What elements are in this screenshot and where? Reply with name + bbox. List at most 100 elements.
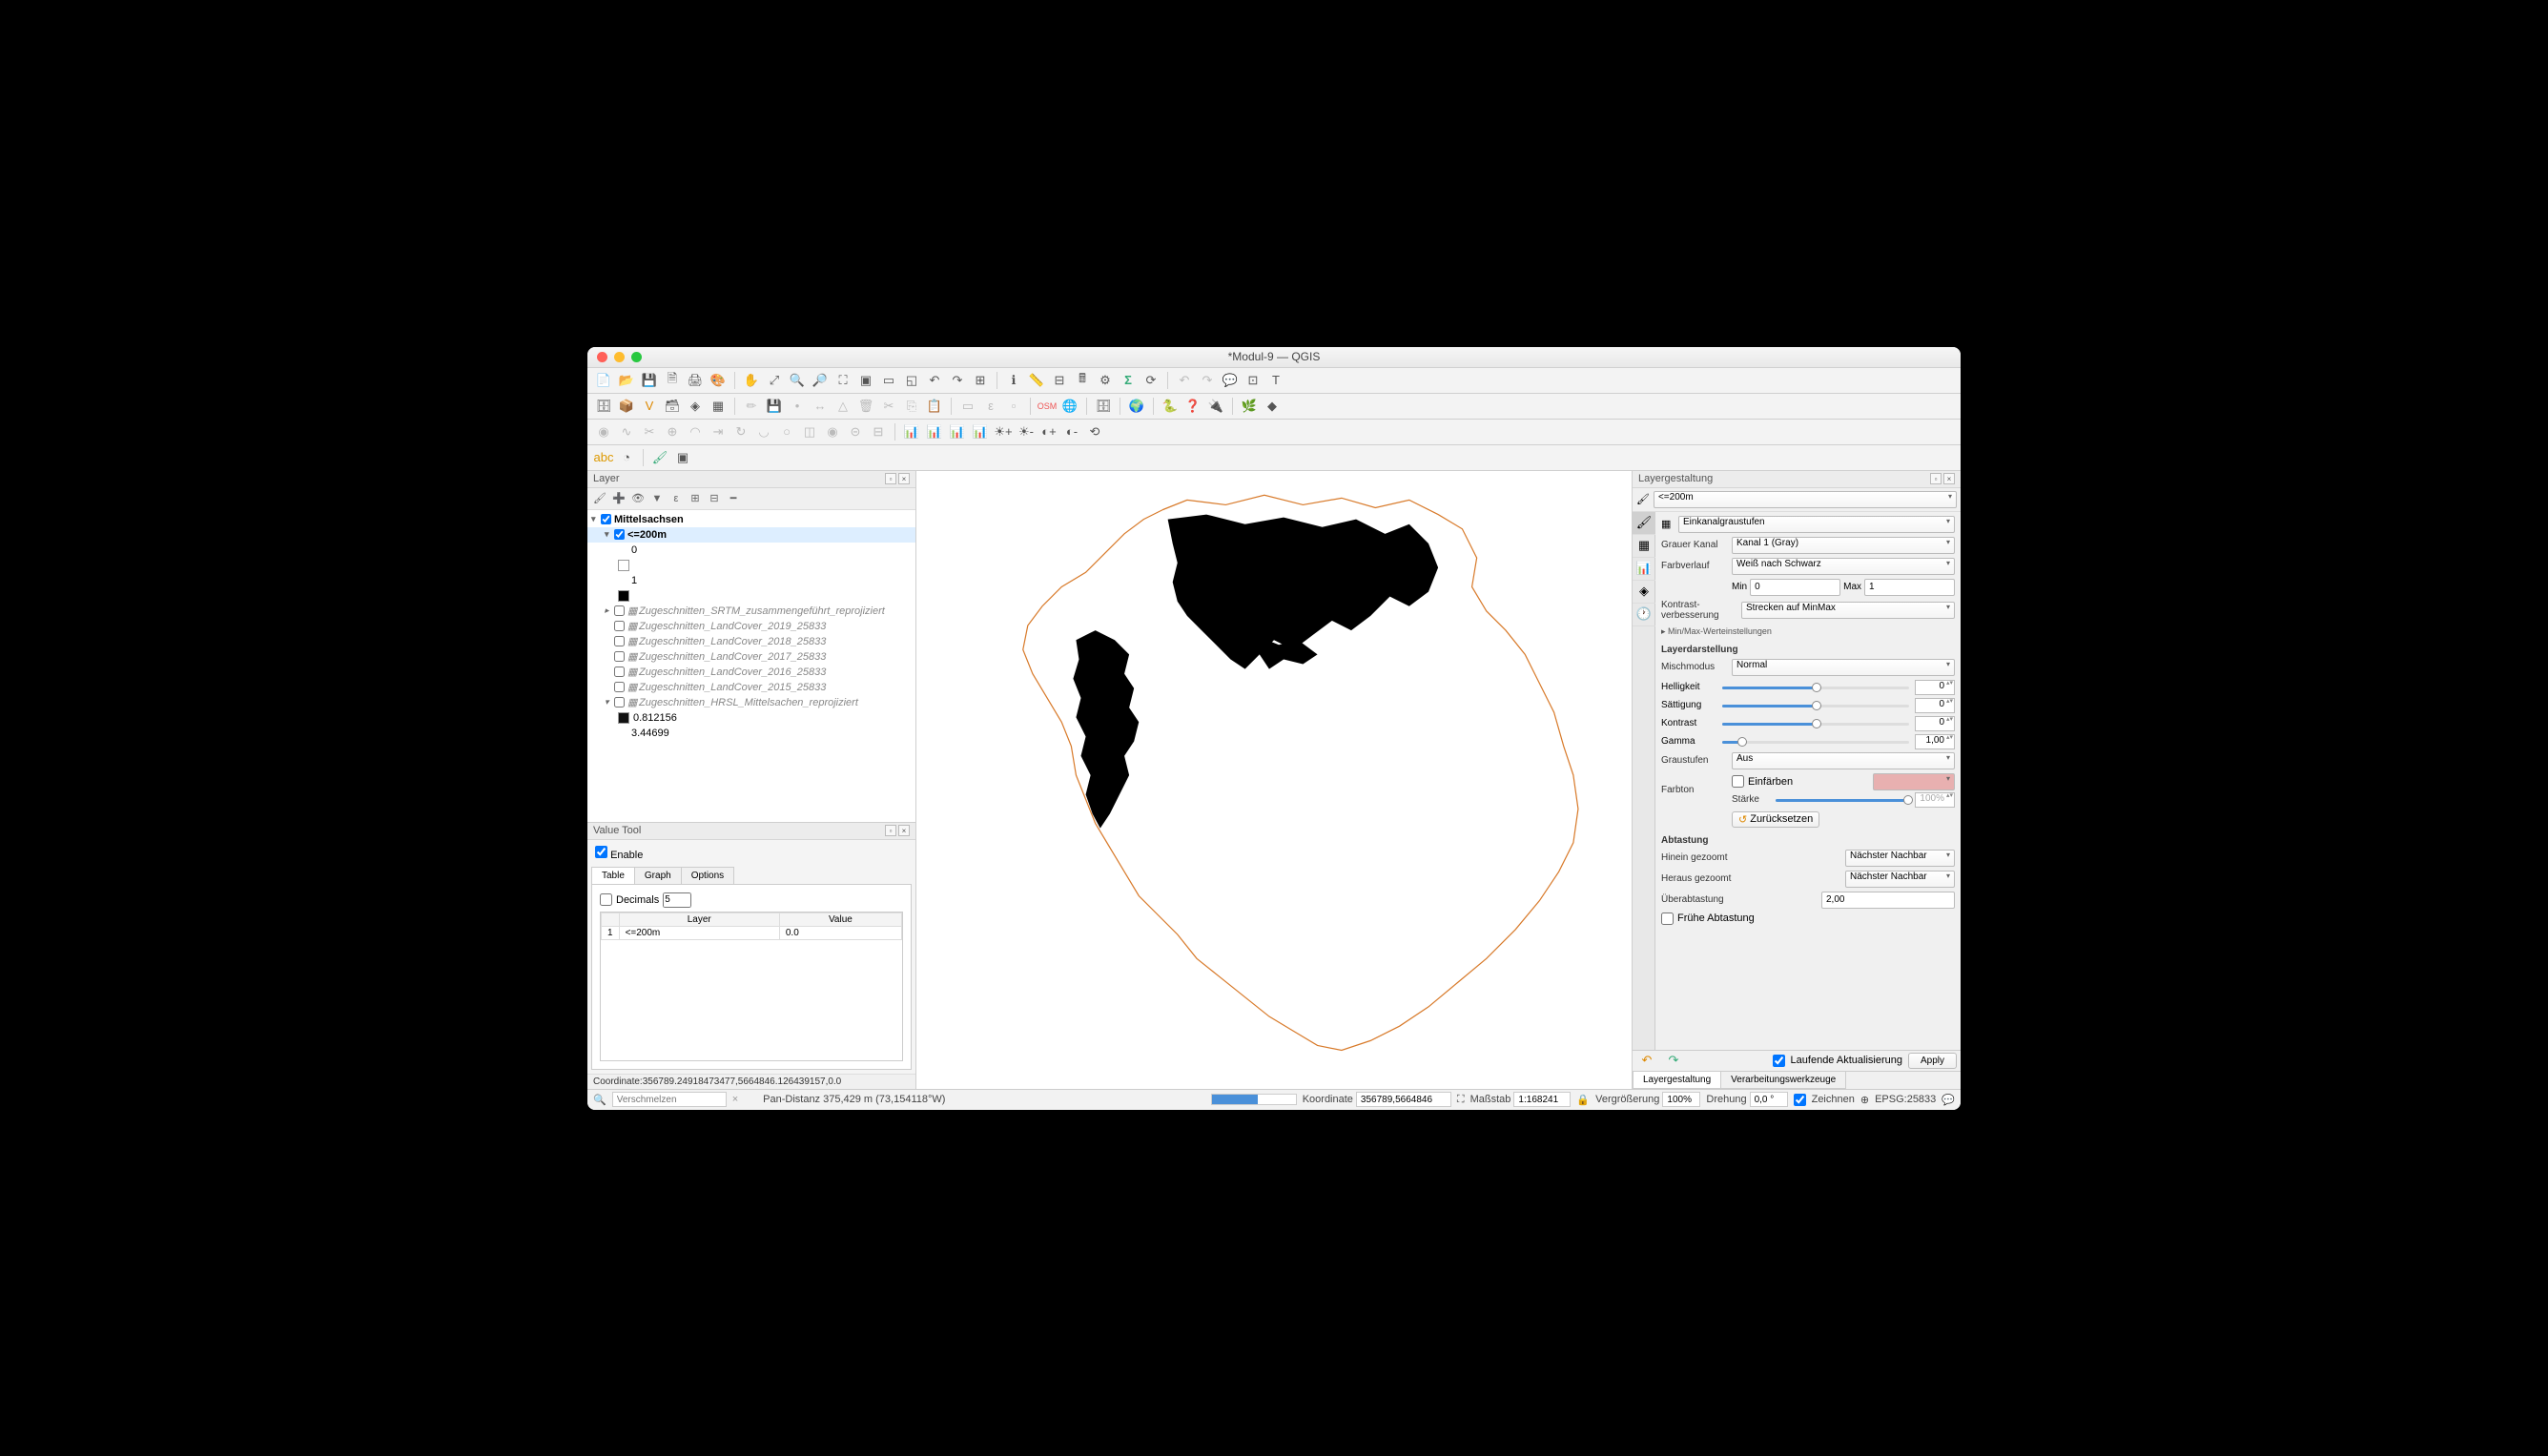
brightness-value[interactable]: 0 (1915, 680, 1955, 695)
gray-band-select[interactable]: Kanal 1 (Gray) (1732, 537, 1955, 554)
cut-button[interactable]: ✂ (878, 396, 899, 417)
brightness-slider[interactable] (1722, 681, 1909, 694)
add-feature-button[interactable]: • (787, 396, 808, 417)
fill-ring-button[interactable]: ◉ (822, 421, 843, 442)
help-button[interactable]: ❓ (1182, 396, 1203, 417)
new-memory-button[interactable]: ▦ (708, 396, 729, 417)
zoom-layer-button[interactable]: ▭ (878, 370, 899, 391)
new-geopackage-button[interactable]: 📦 (616, 396, 637, 417)
edit-toggle-button[interactable]: ✏ (741, 396, 762, 417)
contrast-select[interactable]: Strecken auf MinMax (1741, 602, 1955, 619)
diagram-button[interactable]: ◔ (616, 447, 637, 468)
scale-input[interactable] (1513, 1092, 1571, 1107)
layer-check-1[interactable] (614, 621, 625, 631)
apply-button[interactable]: Apply (1908, 1053, 1957, 1069)
new-virtual-button[interactable]: ◈ (685, 396, 706, 417)
raster-stretch-button[interactable]: 📊 (924, 421, 945, 442)
pan-button[interactable]: ✋ (741, 370, 762, 391)
layer-check-0[interactable] (614, 605, 625, 616)
split-button[interactable]: ✂ (639, 421, 660, 442)
extents-icon[interactable]: ⛶ (1457, 1094, 1465, 1106)
vt-decimals-check[interactable] (600, 893, 612, 906)
colorize-check[interactable] (1732, 775, 1744, 788)
contrast2-value[interactable]: 0 (1915, 716, 1955, 731)
layer-filter-button[interactable]: ▣ (672, 447, 693, 468)
copy-button[interactable]: ⎘ (901, 396, 922, 417)
style-tab-symbology[interactable]: 🖌 (1633, 512, 1655, 535)
map-canvas[interactable] (916, 471, 1632, 1089)
new-spatialite-button[interactable]: 🗃 (662, 396, 683, 417)
mag-input[interactable] (1662, 1092, 1700, 1107)
bottom-tab-processing[interactable]: Verarbeitungswerkzeuge (1720, 1072, 1846, 1089)
redo-button[interactable]: ↷ (1197, 370, 1218, 391)
wms-button[interactable]: 🌐 (1059, 396, 1080, 417)
zoom-native-button[interactable]: ◱ (901, 370, 922, 391)
renderer-select[interactable]: Einkanalgraustufen (1678, 516, 1955, 533)
layer-remove-button[interactable]: ━ (725, 490, 742, 507)
text-annotation-button[interactable]: T (1265, 370, 1286, 391)
layer-check-active[interactable] (614, 529, 625, 540)
contrast-minus-button[interactable]: ◐- (1061, 421, 1082, 442)
window-maximize-button[interactable] (631, 352, 642, 362)
crs-label[interactable]: EPSG:25833 (1875, 1094, 1936, 1105)
brighter-button[interactable]: ☀+ (993, 421, 1014, 442)
reset-button[interactable]: ↺Zurücksetzen (1732, 811, 1819, 828)
saga-button[interactable]: ◆ (1262, 396, 1283, 417)
select-expression-button[interactable]: ε (980, 396, 1001, 417)
osm-button[interactable]: OSM (1037, 396, 1058, 417)
map-tips-button[interactable]: 💬 (1220, 370, 1241, 391)
merge-button[interactable]: ⊕ (662, 421, 683, 442)
zoom-in-button[interactable]: 🔍 (787, 370, 808, 391)
toolbox-button[interactable]: ⚙ (1095, 370, 1116, 391)
print-layout-button[interactable]: 🖨 (685, 370, 706, 391)
oversample-input[interactable] (1821, 892, 1955, 909)
select-features-button[interactable]: ▭ (957, 396, 978, 417)
label-button[interactable]: abc (593, 447, 614, 468)
node-tool-button[interactable]: △ (832, 396, 853, 417)
new-map-view-button[interactable]: ⊞ (970, 370, 991, 391)
gamma-value[interactable]: 1,00 (1915, 734, 1955, 749)
db-manager-button[interactable]: 🗄 (1093, 396, 1114, 417)
min-input[interactable] (1750, 579, 1840, 596)
python-console-button[interactable]: 🐍 (1160, 396, 1181, 417)
vt-decimals-input[interactable] (663, 892, 691, 908)
grayscale-select[interactable]: Aus (1732, 752, 1955, 769)
layer-check-3[interactable] (614, 651, 625, 662)
blend-select[interactable]: Normal (1732, 659, 1955, 676)
layer-styling-button[interactable]: 🖌 (649, 447, 670, 468)
delete-part-button[interactable]: ⊟ (868, 421, 889, 442)
vt-tab-graph[interactable]: Graph (634, 867, 682, 884)
vt-enable-check[interactable] (595, 846, 607, 858)
locator-input[interactable] (612, 1092, 727, 1107)
new-project-button[interactable]: 📄 (593, 370, 614, 391)
delete-ring-button[interactable]: ⊝ (845, 421, 866, 442)
vt-tab-options[interactable]: Options (681, 867, 734, 884)
save-edits-button[interactable]: 💾 (764, 396, 785, 417)
contrast-plus-button[interactable]: ◐+ (1038, 421, 1059, 442)
paste-button[interactable]: 📋 (924, 396, 945, 417)
raster-local-button[interactable]: 📊 (947, 421, 968, 442)
vt-tab-table[interactable]: Table (591, 867, 635, 884)
save-project-button[interactable]: 💾 (639, 370, 660, 391)
layer-expand-button[interactable]: ⊞ (687, 490, 704, 507)
zoom-out-button[interactable]: 🔎 (810, 370, 831, 391)
window-close-button[interactable] (597, 352, 607, 362)
clear-icon[interactable]: × (732, 1094, 738, 1105)
open-datasource-button[interactable]: 🗄 (593, 396, 614, 417)
layer-style-button[interactable]: 🖌 (591, 490, 608, 507)
vt-undock-button[interactable]: ▫ (885, 825, 896, 836)
window-minimize-button[interactable] (614, 352, 625, 362)
pan-to-selection-button[interactable]: ⤢ (764, 370, 785, 391)
messages-icon[interactable]: 💬 (1942, 1094, 1955, 1106)
style-undo-button[interactable]: ↶ (1636, 1050, 1657, 1071)
styling-layer-select[interactable]: <=200m (1654, 491, 1957, 508)
styling-undock-button[interactable]: ▫ (1930, 473, 1942, 484)
reshape-button[interactable]: ◠ (685, 421, 706, 442)
layer-check-5[interactable] (614, 682, 625, 692)
identify-button[interactable]: ℹ (1003, 370, 1024, 391)
delete-selected-button[interactable]: 🗑 (855, 396, 876, 417)
darker-button[interactable]: ☀- (1016, 421, 1037, 442)
saturation-slider[interactable] (1722, 699, 1909, 712)
zoom-last-button[interactable]: ↶ (924, 370, 945, 391)
layer-check-2[interactable] (614, 636, 625, 646)
